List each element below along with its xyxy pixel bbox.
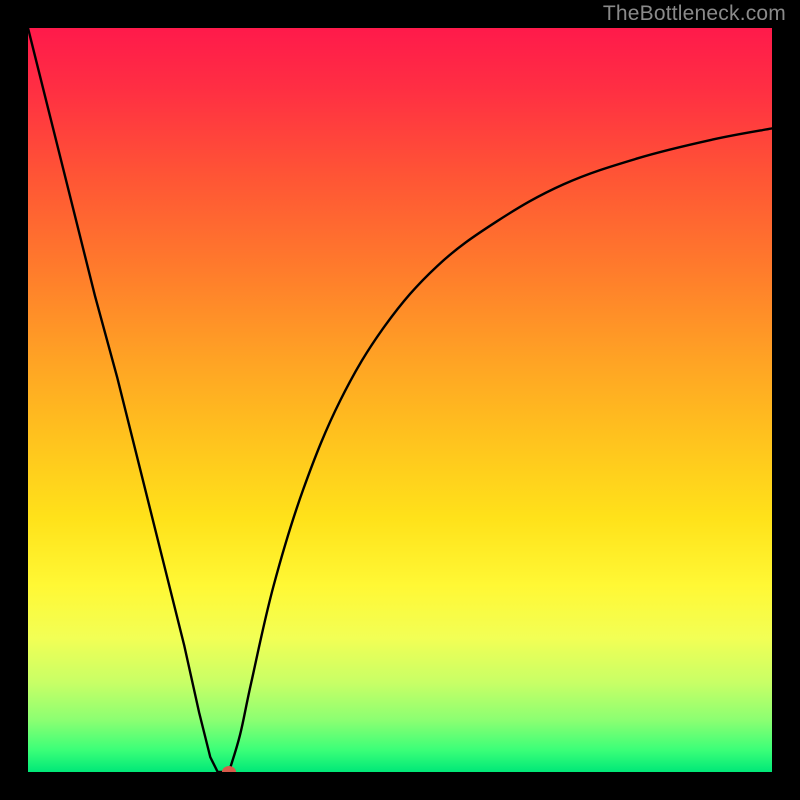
bottleneck-curve	[28, 28, 772, 772]
chart-frame: TheBottleneck.com	[0, 0, 800, 800]
plot-area	[28, 28, 772, 772]
optimum-marker	[222, 766, 236, 772]
watermark-text: TheBottleneck.com	[603, 2, 786, 26]
